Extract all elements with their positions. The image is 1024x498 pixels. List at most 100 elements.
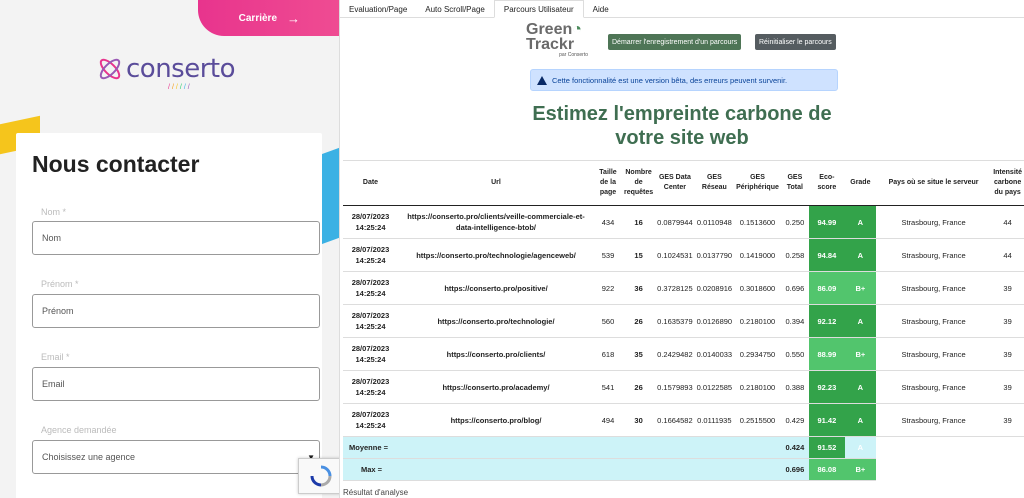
cell-eco: 92.12 [808,304,845,338]
average-total: 0.424 [780,436,809,459]
cell-requests: 16 [622,205,656,239]
col-ges-net: GES Réseau [694,160,735,206]
form-heading: Nous contacter [32,151,200,177]
max-label: Max = [343,458,781,481]
cell-url: https://conserto.pro/positive/ [398,271,594,305]
cell-intensity: 44 [991,205,1024,239]
cell-total: 0.696 [780,271,809,305]
col-ges-total: GES Total [780,160,809,206]
conserto-logo[interactable]: conserto ////// [96,54,236,91]
average-row: Moyenne = 0.424 91.52 A [343,436,1024,459]
cell-size: 434 [594,205,622,239]
logo-wordmark: conserto [126,54,236,84]
cell-net: 0.0208916 [694,271,735,305]
start-recording-button[interactable]: Démarrer l'enregistrement d'un parcours [608,34,742,50]
cell-net: 0.0126890 [694,304,735,338]
max-eco: 86.08 [808,458,845,481]
cell-net: 0.0137790 [694,238,735,272]
table-header-row: Date Url Taille de la page Nombre de req… [343,160,1024,206]
page-title: Estimez l'empreinte carbone de votre sit… [532,103,832,149]
agence-select[interactable]: Choisissez une agence ▼ [32,440,320,474]
recaptcha-badge[interactable] [298,458,339,494]
greentrackr-logo: Green◔ Trackr par Conserto [526,22,598,59]
table-row: 28/07/2023 14:25:24 https://conserto.pro/… [343,337,1024,371]
col-ges-dc: GES Data Center [655,160,695,206]
cell-url: https://conserto.pro/technologie/agencew… [398,238,594,272]
cell-country: Strasbourg, France [875,238,992,272]
contact-panel: Carrière → conserto ////// Nous contacte… [0,0,340,498]
cell-date: 28/07/2023 14:25:24 [343,370,398,404]
cell-country: Strasbourg, France [875,205,992,239]
col-url: Url [398,160,594,206]
col-ges-dev: GES Périphérique [734,160,781,206]
cell-requests: 26 [622,304,656,338]
greentrackr-panel: Evaluation/Page Auto Scroll/Page Parcour… [340,0,1024,498]
cell-date: 28/07/2023 14:25:24 [343,238,398,272]
nom-input[interactable]: Nom [32,221,320,255]
cell-country: Strasbourg, France [875,403,992,437]
analysis-result-label: Résultat d'analyse [343,488,409,497]
arrow-right-icon: → [287,10,300,26]
contact-form: Nous contacter Nom * Nom Prénom * Prénom… [16,133,322,498]
blank-cell [875,458,1024,481]
col-date: Date [343,160,398,206]
beta-notice: Cette fonctionnalité est une version bêt… [530,69,838,91]
cell-intensity: 39 [991,337,1024,371]
cell-country: Strasbourg, France [875,271,992,305]
cell-requests: 35 [622,337,656,371]
beta-notice-text: Cette fonctionnalité est une version bêt… [552,75,788,85]
cell-net: 0.0140033 [694,337,735,371]
prenom-input[interactable]: Prénom [32,294,320,328]
nom-label: Nom * [41,207,67,217]
email-label: Email * [41,352,70,362]
cell-dev: 0.2934750 [734,337,781,371]
cell-url: https://conserto.pro/technologie/ [398,304,594,338]
cell-dc: 0.0879944 [655,205,695,239]
cell-eco: 86.09 [808,271,845,305]
tab-evaluation-page[interactable]: Evaluation/Page [340,0,416,18]
cell-dc: 0.1579893 [655,370,695,404]
logo-dots-icon: ////// [168,84,192,91]
career-link[interactable]: Carrière → [198,0,339,36]
cell-grade: B+ [844,271,876,305]
cell-size: 539 [594,238,622,272]
cell-requests: 15 [622,238,656,272]
col-size: Taille de la page [594,160,622,206]
cell-date: 28/07/2023 14:25:24 [343,271,398,305]
email-input[interactable]: Email [32,367,320,401]
cell-total: 0.394 [780,304,809,338]
tab-parcours-utilisateur[interactable]: Parcours Utilisateur [493,0,584,18]
cell-dev: 0.2180100 [734,370,781,404]
table-row: 28/07/2023 14:25:24 https://conserto.pro/… [343,370,1024,404]
cell-url: https://conserto.pro/blog/ [398,403,594,437]
cell-country: Strasbourg, France [875,304,992,338]
col-requests: Nombre de requêtes [622,160,656,206]
tab-auto-scroll-page[interactable]: Auto Scroll/Page [416,0,494,18]
cell-grade: A [844,205,876,239]
col-intensity: Intensité carbone du pays [991,160,1024,206]
cell-eco: 94.99 [808,205,845,239]
cell-total: 0.550 [780,337,809,371]
cell-grade: A [844,304,876,338]
average-eco: 91.52 [808,436,845,459]
cell-total: 0.388 [780,370,809,404]
cell-intensity: 44 [991,238,1024,272]
cell-dc: 0.3728125 [655,271,695,305]
cell-date: 28/07/2023 14:25:24 [343,205,398,239]
reset-route-button[interactable]: Réinitialiser le parcours [755,34,836,50]
table-row: 28/07/2023 14:25:24 https://conserto.pro/… [343,205,1024,239]
cell-dc: 0.2429482 [655,337,695,371]
cell-dev: 0.2180100 [734,304,781,338]
cell-grade: B+ [844,337,876,371]
cell-date: 28/07/2023 14:25:24 [343,403,398,437]
tab-aide[interactable]: Aide [584,0,618,18]
cell-eco: 91.42 [808,403,845,437]
cell-requests: 30 [622,403,656,437]
table-row: 28/07/2023 14:25:24 https://conserto.pro/… [343,304,1024,338]
max-row: Max = 0.696 86.08 B+ [343,458,1024,481]
average-grade: A [844,436,876,459]
cell-eco: 94.84 [808,238,845,272]
cell-eco: 88.99 [808,337,845,371]
cell-grade: A [844,403,876,437]
cell-dev: 0.1513600 [734,205,781,239]
